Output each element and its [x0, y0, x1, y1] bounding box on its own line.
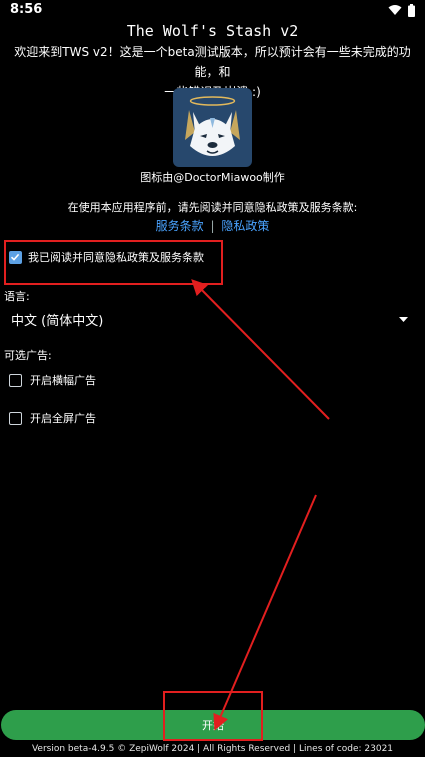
fullscreen-ads-row[interactable]: 开启全屏广告: [9, 410, 96, 426]
ads-label: 可选广告:: [4, 349, 52, 362]
status-icons: [388, 3, 415, 17]
banner-ads-row[interactable]: 开启横幅广告: [9, 372, 96, 388]
language-selected-value: 中文 (简体中文): [11, 314, 104, 329]
language-select[interactable]: 中文 (简体中文): [0, 308, 414, 330]
welcome-line-1: 欢迎来到TWS v2！这是一个beta测试版本，所以预计会有一些未完成的功能，和: [14, 45, 411, 79]
status-time: 8:56: [10, 2, 43, 17]
footer-version: Version beta-4.9.5 © ZepiWolf 2024 | All…: [31, 744, 394, 754]
terms-of-service-link[interactable]: 服务条款: [156, 219, 204, 233]
arrow-to-agree-checkbox: [191, 279, 330, 420]
link-separator: |: [210, 219, 215, 233]
policy-links: 服务条款 | 隐私政策: [0, 217, 425, 234]
dropdown-arrow-icon: [399, 317, 408, 322]
language-label: 语言:: [4, 290, 30, 303]
annotation-box-start: [163, 691, 263, 741]
fullscreen-ads-checkbox[interactable]: [9, 411, 22, 425]
wolf-logo-icon: [185, 96, 240, 156]
annotation-box-agree: [4, 240, 223, 285]
app-logo: [173, 88, 252, 167]
wifi-icon: [388, 5, 402, 15]
battery-icon: [408, 3, 415, 17]
privacy-intro: 在使用本应用程序前，请先阅读并同意隐私政策及服务条款:: [67, 201, 358, 214]
status-bar: 8:56: [0, 0, 425, 20]
privacy-policy-link[interactable]: 隐私政策: [221, 219, 269, 233]
app-title: The Wolf's Stash v2: [126, 22, 299, 40]
banner-ads-checkbox[interactable]: [9, 373, 22, 387]
banner-ads-label: 开启横幅广告: [30, 374, 96, 387]
fullscreen-ads-label: 开启全屏广告: [30, 412, 96, 425]
logo-credit: 图标由@DoctorMiawoo制作: [140, 171, 285, 184]
